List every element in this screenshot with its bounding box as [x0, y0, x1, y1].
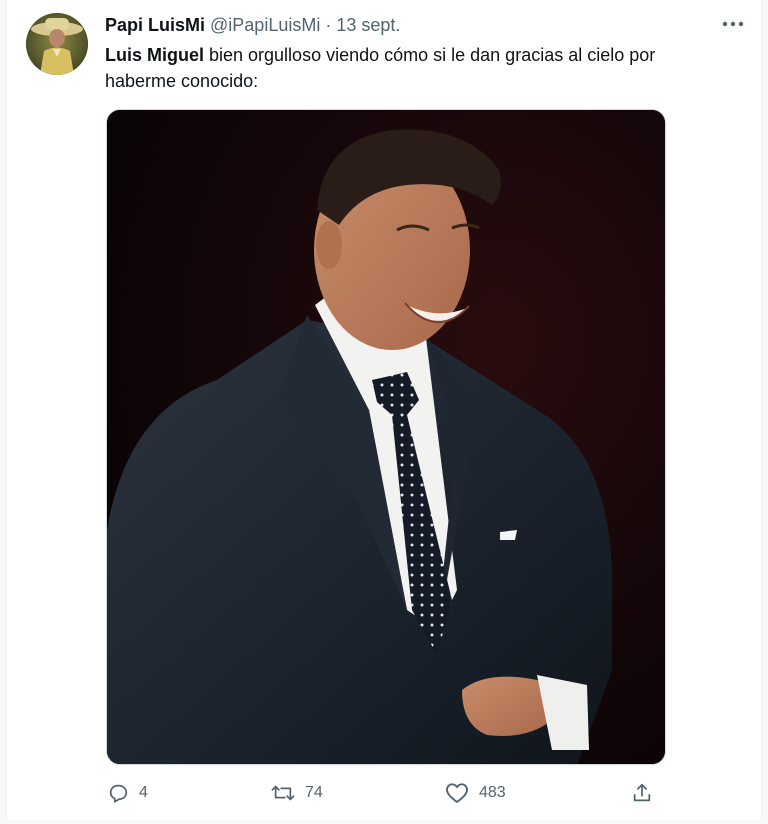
separator-dot: · [325, 15, 332, 35]
tweet-header: Papi LuisMi @iPapiLuisMi · 13 sept. [105, 14, 400, 36]
retweet-count: 74 [305, 784, 323, 801]
more-options-button[interactable] [719, 12, 747, 36]
avatar[interactable] [26, 13, 88, 75]
tweet-actions: 4 74 483 [105, 776, 665, 810]
heart-icon [446, 783, 468, 803]
tweet-text-bold: Luis Miguel [105, 45, 204, 65]
like-count: 483 [479, 784, 506, 801]
display-name[interactable]: Papi LuisMi [105, 14, 205, 36]
more-horizontal-icon [722, 21, 744, 27]
reply-icon [109, 784, 128, 803]
tweet-card[interactable]: Papi LuisMi @iPapiLuisMi · 13 sept. Luis… [6, 0, 762, 820]
tweet-text: Luis Miguel bien orgulloso viendo cómo s… [105, 42, 725, 94]
like-button[interactable]: 483 [445, 776, 506, 810]
reply-count: 4 [139, 784, 148, 801]
tweet-date[interactable]: 13 sept. [336, 14, 400, 36]
avatar-image [26, 13, 88, 75]
retweet-icon [271, 785, 295, 801]
share-button[interactable] [631, 776, 653, 810]
reply-button[interactable]: 4 [107, 776, 148, 810]
tweet-media[interactable] [106, 109, 666, 765]
retweet-button[interactable]: 74 [271, 776, 323, 810]
user-handle[interactable]: @iPapiLuisMi [210, 14, 320, 36]
share-icon [633, 783, 651, 802]
media-photo [107, 110, 665, 764]
